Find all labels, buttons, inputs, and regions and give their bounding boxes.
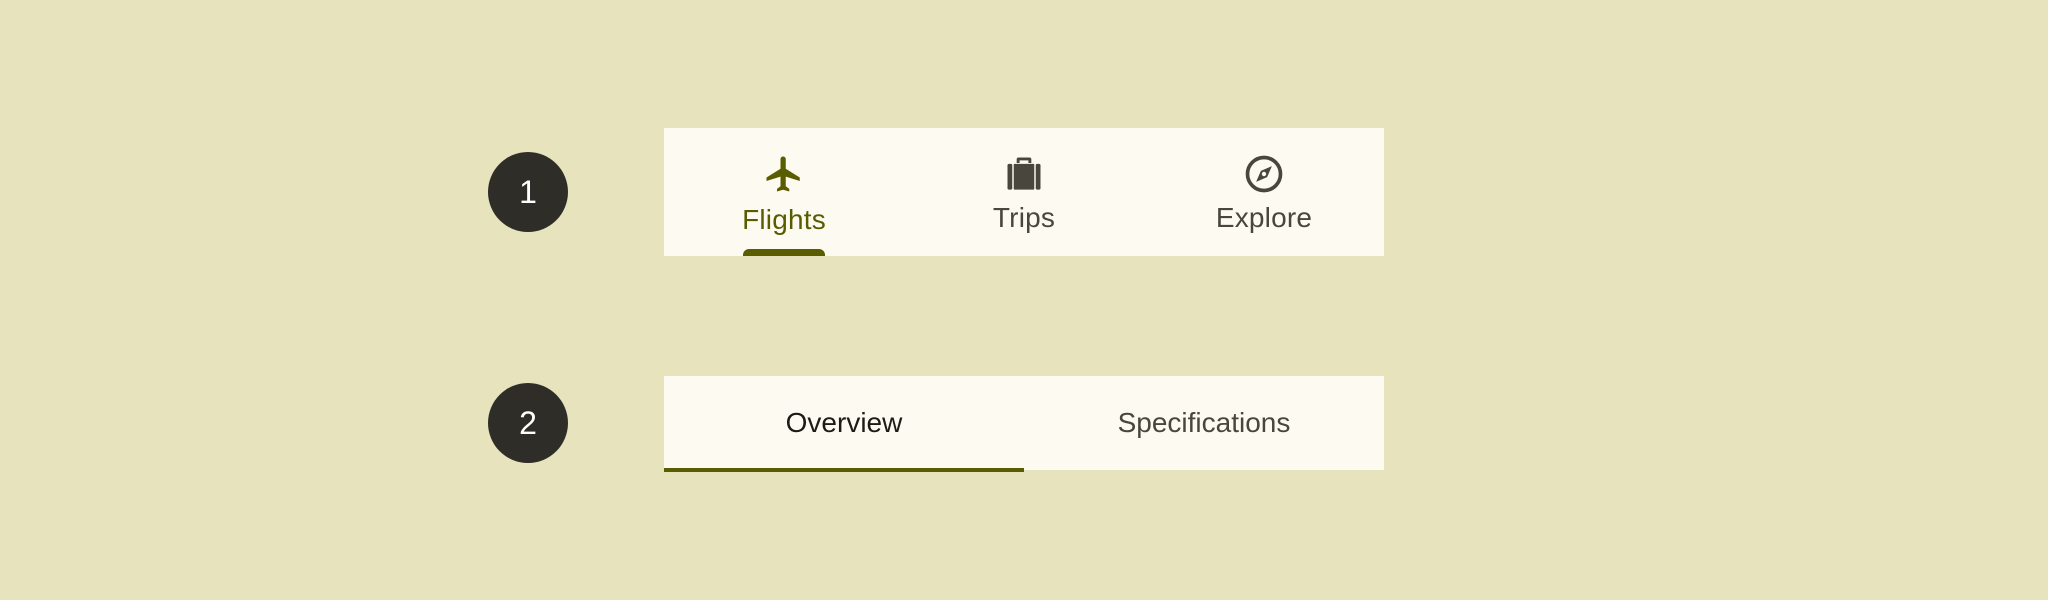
- tab-flights[interactable]: Flights: [664, 128, 904, 256]
- tab-overview[interactable]: Overview: [664, 376, 1024, 472]
- compass-icon: [1240, 150, 1288, 198]
- canvas: 1 Flights Trips Explore 2 Overview Speci…: [0, 0, 2048, 600]
- active-tab-indicator: [743, 249, 825, 256]
- airplane-icon: [760, 150, 808, 198]
- annotation-marker-2: 2: [488, 383, 568, 463]
- active-tab-underline: [664, 468, 1024, 472]
- tab-explore[interactable]: Explore: [1144, 128, 1384, 256]
- suitcase-icon: [1000, 150, 1048, 198]
- tab-label: Flights: [742, 204, 826, 235]
- primary-tab-bar: Flights Trips Explore: [664, 128, 1384, 256]
- tab-label: Explore: [1215, 202, 1313, 233]
- tab-label: Overview: [785, 407, 903, 438]
- tab-trips[interactable]: Trips: [904, 128, 1144, 256]
- annotation-marker-1: 1: [488, 152, 568, 232]
- secondary-tab-bar: Overview Specifications: [664, 376, 1384, 472]
- marker-number: 1: [519, 173, 537, 210]
- tab-label: Specifications: [1117, 407, 1291, 438]
- tab-specifications[interactable]: Specifications: [1024, 376, 1384, 470]
- tab-label: Trips: [992, 202, 1056, 233]
- marker-number: 2: [519, 404, 537, 441]
